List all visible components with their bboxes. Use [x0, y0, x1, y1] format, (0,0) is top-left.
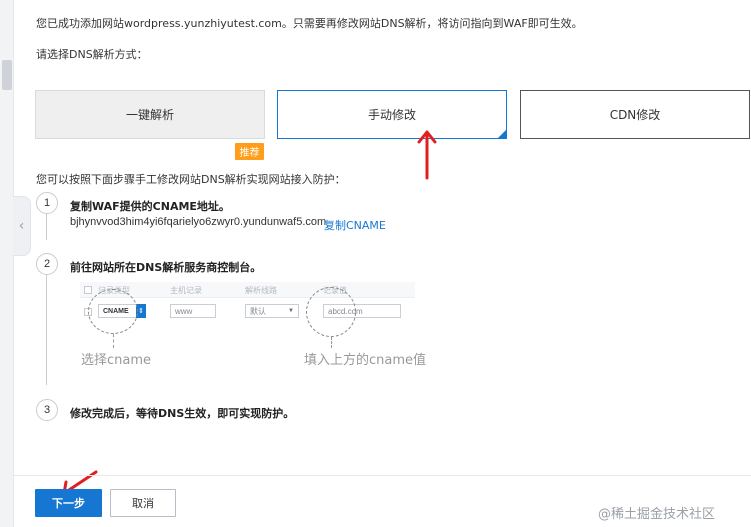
option-one-click[interactable]: 一键解析 — [35, 90, 265, 139]
collapse-handle[interactable]: ‹ — [13, 196, 31, 256]
annotation-circle — [306, 287, 356, 337]
option-label: 手动修改 — [367, 108, 416, 122]
scrollbar-thumb[interactable] — [2, 60, 12, 90]
caret-down-icon: ▼ — [288, 308, 294, 314]
step-3-number: 3 — [36, 399, 58, 421]
demo-line-field: 默认 ▼ — [245, 304, 299, 318]
steps-intro: 您可以按照下面步骤手工修改网站DNS解析实现网站接入防护： — [36, 173, 346, 186]
step-1-title: 复制WAF提供的CNAME地址。 — [70, 200, 230, 213]
annotation-circle — [88, 289, 138, 334]
next-button[interactable]: 下一步 — [35, 489, 102, 517]
red-arrow-icon — [417, 130, 437, 180]
selected-corner-icon — [497, 129, 507, 139]
demo-line-value: 默认 — [250, 306, 266, 316]
demo-host-field: www — [170, 304, 216, 318]
option-label: 一键解析 — [125, 108, 174, 122]
cname-value: bjhynvvod3him4yi6fqarielyo6zwyr0.yundunw… — [70, 216, 327, 228]
annotation-leader — [331, 337, 332, 348]
left-scroll-strip[interactable] — [0, 0, 14, 527]
demo-header-line: 解析线路 — [245, 286, 277, 295]
annotation-leader — [113, 334, 114, 348]
copy-cname-link[interactable]: 复制CNAME — [324, 217, 386, 233]
step-connector — [46, 275, 47, 385]
choose-dns-label: 请选择DNS解析方式： — [36, 48, 148, 61]
annotation-select-cname: 选择cname — [81, 353, 152, 368]
recommend-badge: 推荐 — [235, 143, 264, 160]
step-2-number: 2 — [36, 253, 58, 275]
option-manual[interactable]: 手动修改 — [277, 90, 507, 139]
success-message: 您已成功添加网站wordpress.yunzhiyutest.com。只需要再修… — [36, 17, 583, 30]
annotation-fill-cname: 填入上方的cname值 — [304, 353, 427, 368]
step-connector — [46, 214, 47, 240]
option-label: CDN修改 — [609, 108, 661, 122]
footer-divider — [14, 475, 751, 476]
step-3-title: 修改完成后，等待DNS生效，即可实现防护。 — [70, 407, 295, 420]
cancel-button[interactable]: 取消 — [110, 489, 176, 517]
step-1-number: 1 — [36, 192, 58, 214]
demo-header-host: 主机记录 — [170, 286, 202, 295]
demo-header-checkbox — [84, 286, 92, 294]
step-2-title: 前往网站所在DNS解析服务商控制台。 — [70, 261, 262, 274]
watermark: @稀土掘金技术社区 — [598, 507, 716, 522]
chevron-left-icon: ‹ — [18, 218, 25, 234]
option-cdn[interactable]: CDN修改 — [520, 90, 750, 139]
